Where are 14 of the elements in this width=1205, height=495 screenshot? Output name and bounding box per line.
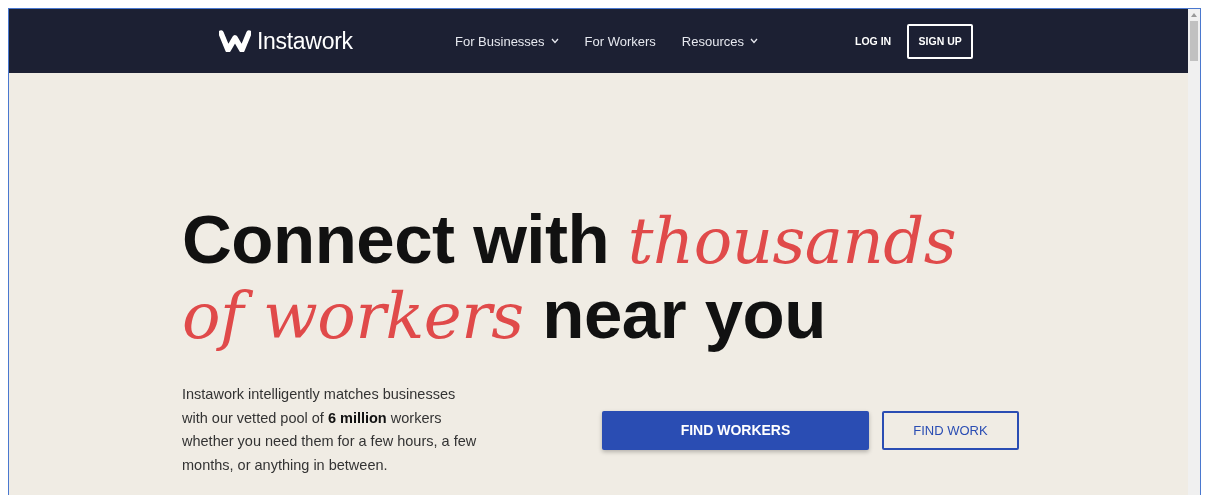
description-text: Instawork intelligently matches businesses with our vetted pool of 6 million workers whether you need them for a few hours, a few months, or anything in between.: [182, 385, 478, 475]
signup-button[interactable]: SIGN UP: [907, 23, 974, 59]
nav-link[interactable]: Resources: [681, 33, 758, 49]
logo-icon: [219, 30, 251, 52]
scrollbar[interactable]: [1188, 9, 1200, 495]
chevron-down-icon: [550, 38, 559, 44]
find-work-button[interactable]: FIND WORK: [882, 410, 1019, 450]
headline: Connect with thousands of workers near you: [182, 203, 958, 353]
logo-text[interactable]: Instawork: [257, 27, 353, 55]
chevron-down-icon: [750, 38, 758, 44]
login-link[interactable]: LOG IN: [855, 35, 892, 47]
nav-link[interactable]: For Businesses: [455, 33, 559, 49]
find-workers-button[interactable]: FIND WORKERS: [602, 410, 869, 450]
nav-link[interactable]: For Workers: [584, 33, 656, 49]
